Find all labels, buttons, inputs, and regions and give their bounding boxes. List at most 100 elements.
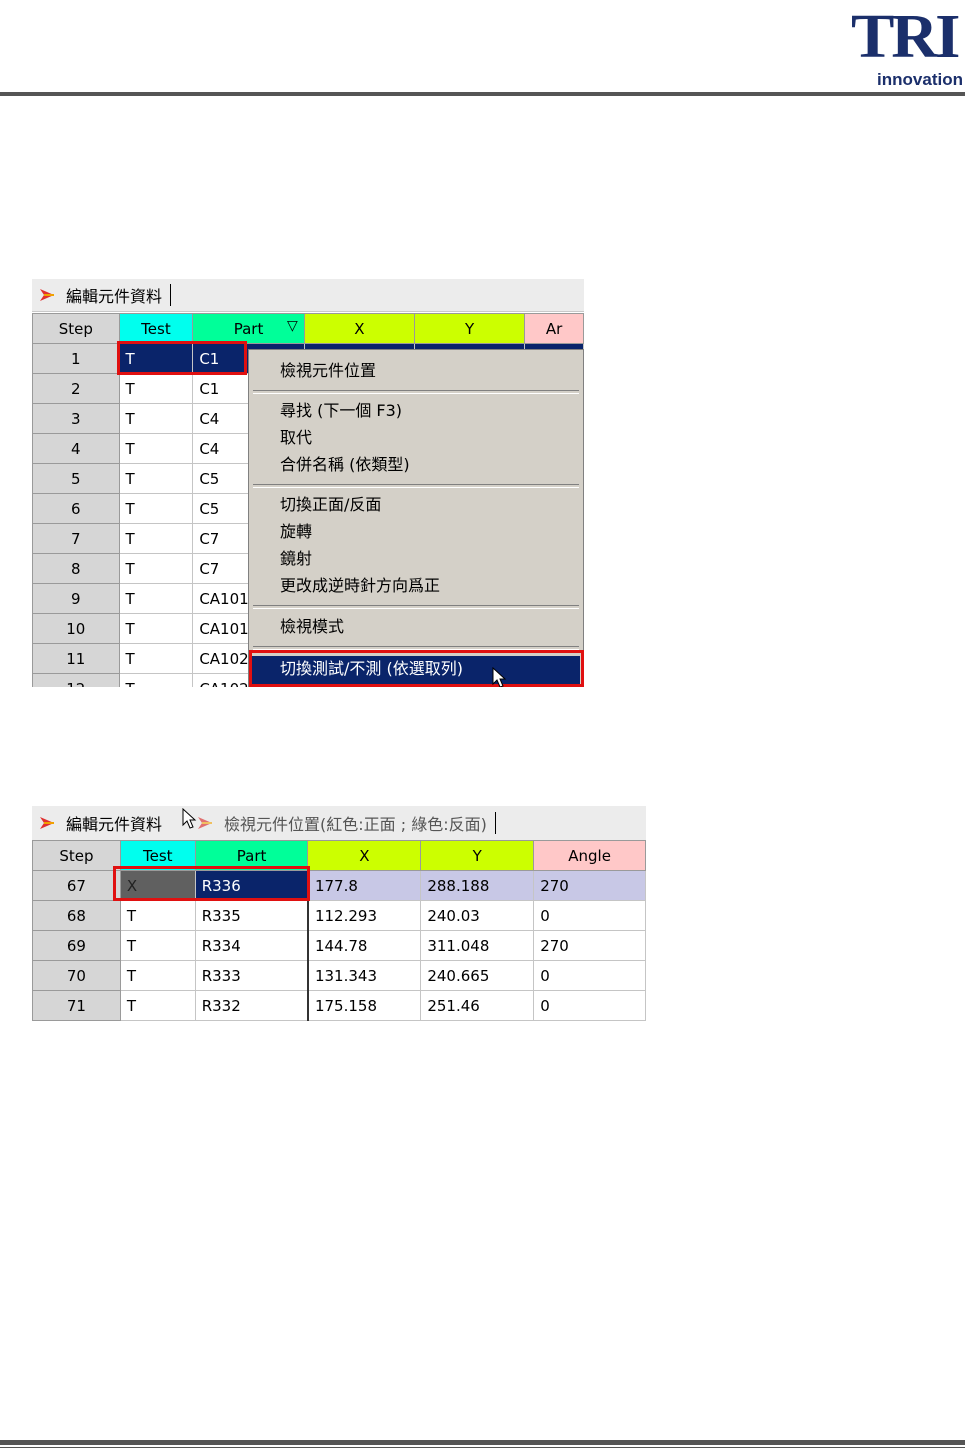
step-cell: 7 [32, 523, 120, 554]
part-cell[interactable]: R336 [194, 870, 309, 901]
x-cell[interactable]: 112.293 [306, 900, 422, 931]
step-cell: 4 [32, 433, 120, 464]
tab-view-position[interactable]: 檢視元件位置(紅色:正面 ; 綠色:反面) [190, 807, 496, 839]
test-cell[interactable]: T [119, 930, 196, 961]
test-cell[interactable]: X [119, 870, 196, 901]
menu-item-counterclockwise[interactable]: 更改成逆時針方向爲正 [280, 573, 440, 599]
column-header-y[interactable]: Y [413, 313, 526, 344]
table-row[interactable]: 68 T R335 112.293 240.03 0 [32, 900, 646, 931]
step-cell: 71 [32, 990, 121, 1021]
column-header-angle[interactable]: Ar [524, 313, 584, 344]
column-header-part[interactable]: Part ▽ [192, 313, 305, 344]
x-cell[interactable]: 144.78 [306, 930, 422, 961]
step-cell: 67 [32, 870, 121, 901]
column-header-x[interactable]: X [307, 840, 422, 871]
menu-item-view-mode[interactable]: 檢視模式 [280, 614, 344, 640]
test-cell[interactable]: T [118, 553, 194, 584]
sort-filter-icon[interactable]: ▽ [287, 318, 298, 334]
menu-item-toggle-test[interactable]: 切換測試/不測 (依選取列) [280, 656, 463, 682]
test-cell[interactable]: T [118, 613, 194, 644]
angle-cell[interactable]: 270 [533, 870, 646, 901]
column-header-step[interactable]: Step [32, 840, 121, 871]
x-cell[interactable]: 177.8 [306, 870, 422, 901]
header-row: Step Test Part ▽ X Y Ar [32, 313, 584, 344]
component-table: Step Test Part X Y Angle 67 X R336 177.8… [32, 840, 646, 1021]
test-cell[interactable]: T [119, 900, 196, 931]
menu-item-view-position[interactable]: 檢視元件位置 [280, 358, 376, 384]
logo-subtitle: innovation [877, 70, 963, 89]
column-header-angle[interactable]: Angle [533, 840, 646, 871]
tab-edit-components[interactable]: 編輯元件資料 [32, 807, 162, 839]
test-cell[interactable]: T [118, 643, 194, 674]
step-cell: 3 [32, 403, 120, 434]
part-cell[interactable]: R335 [194, 900, 309, 931]
step-cell: 10 [32, 613, 120, 644]
tri-logo: TRI innovation [851, 6, 963, 88]
x-cell[interactable]: 131.343 [306, 960, 422, 991]
part-cell[interactable]: R332 [194, 990, 309, 1021]
x-cell[interactable]: 175.158 [306, 990, 422, 1021]
y-cell[interactable]: 240.03 [420, 900, 535, 931]
test-cell[interactable]: T [118, 373, 194, 404]
step-cell: 1 [32, 343, 120, 374]
tab-edit-components[interactable]: 編輯元件資料 [32, 279, 172, 311]
table-row[interactable]: 69 T R334 144.78 311.048 270 [32, 930, 646, 961]
test-cell[interactable]: T [118, 403, 194, 434]
step-cell: 5 [32, 463, 120, 494]
angle-cell[interactable]: 0 [533, 990, 646, 1021]
logo-letters: TRI [851, 3, 960, 71]
menu-item-rotate[interactable]: 旋轉 [280, 519, 312, 545]
y-cell[interactable]: 251.46 [420, 990, 535, 1021]
test-cell[interactable]: T [118, 433, 194, 464]
column-header-test[interactable]: Test [118, 313, 194, 344]
y-cell[interactable]: 311.048 [420, 930, 535, 961]
tab-label: 檢視元件位置(紅色:正面 ; 綠色:反面) [224, 815, 487, 834]
step-cell: 8 [32, 553, 120, 584]
tab-divider [494, 812, 496, 834]
menu-item-mirror[interactable]: 鏡射 [280, 546, 312, 572]
test-cell[interactable]: T [118, 493, 194, 524]
test-cell[interactable]: T [118, 463, 194, 494]
angle-cell[interactable]: 270 [533, 930, 646, 961]
table-row[interactable]: 67 X R336 177.8 288.188 270 [32, 870, 646, 901]
test-cell[interactable]: T [118, 583, 194, 614]
menu-item-replace[interactable]: 取代 [280, 425, 312, 451]
test-cell[interactable]: T [118, 343, 194, 374]
column-header-test[interactable]: Test [119, 840, 196, 871]
menu-separator [253, 484, 579, 488]
tab-label: 編輯元件資料 [66, 287, 163, 306]
table-row[interactable]: 70 T R333 131.343 240.665 0 [32, 960, 646, 991]
menu-separator [253, 605, 579, 609]
column-header-x[interactable]: X [303, 313, 415, 344]
menu-item-find-next[interactable]: 尋找 (下一個 F3) [280, 398, 402, 424]
part-cell[interactable]: R334 [194, 930, 309, 961]
menu-separator [253, 646, 579, 650]
header-rule [0, 92, 965, 96]
edit-arrow-icon [40, 289, 54, 301]
test-cell[interactable]: T [119, 960, 196, 991]
angle-cell[interactable]: 0 [533, 900, 646, 931]
step-cell: 6 [32, 493, 120, 524]
test-cell[interactable]: T [119, 990, 196, 1021]
menu-item-merge-names[interactable]: 合併名稱 (依類型) [280, 452, 410, 478]
y-cell[interactable]: 240.665 [420, 960, 535, 991]
menu-item-toggle-side[interactable]: 切換正面/反面 [280, 492, 381, 518]
tab-divider [170, 284, 172, 306]
column-header-y[interactable]: Y [420, 840, 535, 871]
table-row[interactable]: 71 T R332 175.158 251.46 0 [32, 990, 646, 1021]
step-cell: 2 [32, 373, 120, 404]
step-cell: 68 [32, 900, 121, 931]
column-header-part[interactable]: Part [194, 840, 309, 871]
test-cell[interactable]: T [118, 673, 194, 687]
y-cell[interactable]: 288.188 [420, 870, 535, 901]
step-cell: 11 [32, 643, 120, 674]
part-cell[interactable]: R333 [194, 960, 309, 991]
column-header-part-label: Part [233, 319, 264, 338]
screenshot-toggled-result: 編輯元件資料 檢視元件位置(紅色:正面 ; 綠色:反面) Step Test P… [32, 806, 646, 1021]
footer-rule [0, 1440, 965, 1445]
context-menu: 檢視元件位置 尋找 (下一個 F3) 取代 合併名稱 (依類型) 切換正面/反面… [248, 349, 584, 687]
column-header-step[interactable]: Step [32, 313, 120, 344]
test-cell[interactable]: T [118, 523, 194, 554]
screenshot-context-menu: 編輯元件資料 Step Test Part ▽ X Y Ar 1 T C1 2 … [32, 279, 584, 687]
angle-cell[interactable]: 0 [533, 960, 646, 991]
